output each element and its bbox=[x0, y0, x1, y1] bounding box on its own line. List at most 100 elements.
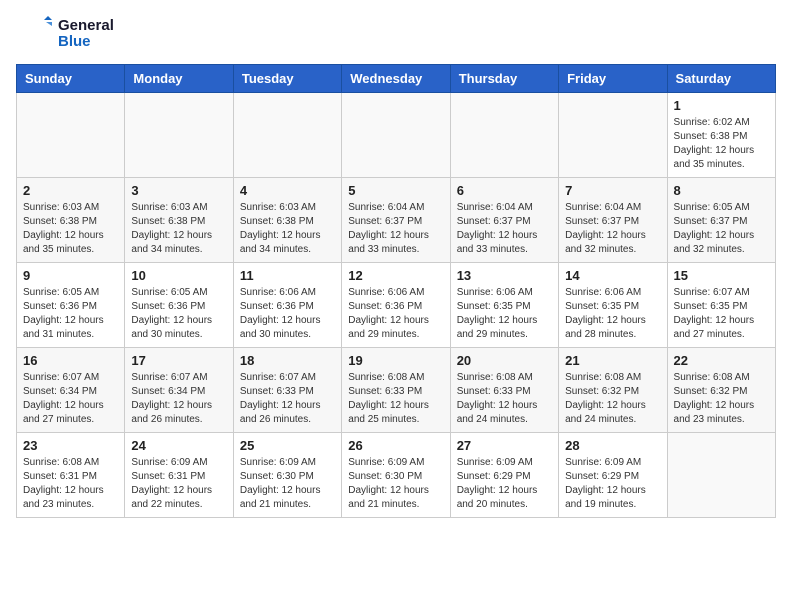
col-header-thursday: Thursday bbox=[450, 65, 558, 93]
calendar-week-3: 16 Sunrise: 6:07 AM Sunset: 6:34 PM Dayli… bbox=[17, 348, 776, 433]
day-number: 8 bbox=[674, 183, 769, 198]
day-info: Sunrise: 6:04 AM Sunset: 6:37 PM Dayligh… bbox=[457, 201, 552, 257]
calendar-cell: 16 Sunrise: 6:07 AM Sunset: 6:34 PM Dayli… bbox=[17, 348, 125, 433]
day-info: Sunrise: 6:08 AM Sunset: 6:33 PM Dayligh… bbox=[457, 371, 552, 427]
calendar-cell: 28 Sunrise: 6:09 AM Sunset: 6:29 PM Dayli… bbox=[559, 433, 667, 518]
day-info: Sunrise: 6:08 AM Sunset: 6:32 PM Dayligh… bbox=[674, 371, 769, 427]
day-number: 1 bbox=[674, 98, 769, 113]
calendar-cell: 1 Sunrise: 6:02 AM Sunset: 6:38 PM Daylig… bbox=[667, 93, 775, 178]
day-info: Sunrise: 6:08 AM Sunset: 6:31 PM Dayligh… bbox=[23, 456, 118, 512]
col-header-sunday: Sunday bbox=[17, 65, 125, 93]
calendar-cell: 19 Sunrise: 6:08 AM Sunset: 6:33 PM Dayli… bbox=[342, 348, 450, 433]
calendar-cell: 6Sunrise: 6:04 AM Sunset: 6:37 PM Daylig… bbox=[450, 178, 558, 263]
day-number: 3 bbox=[131, 183, 226, 198]
day-info: Sunrise: 6:03 AM Sunset: 6:38 PM Dayligh… bbox=[240, 201, 335, 257]
calendar-cell bbox=[450, 93, 558, 178]
day-info: Sunrise: 6:07 AM Sunset: 6:34 PM Dayligh… bbox=[131, 371, 226, 427]
col-header-saturday: Saturday bbox=[667, 65, 775, 93]
calendar-week-1: 2 Sunrise: 6:03 AM Sunset: 6:38 PM Daylig… bbox=[17, 178, 776, 263]
calendar-cell: 3 Sunrise: 6:03 AM Sunset: 6:38 PM Daylig… bbox=[125, 178, 233, 263]
col-header-friday: Friday bbox=[559, 65, 667, 93]
day-number: 16 bbox=[23, 353, 118, 368]
day-number: 13 bbox=[457, 268, 552, 283]
day-number: 17 bbox=[131, 353, 226, 368]
day-info: Sunrise: 6:07 AM Sunset: 6:33 PM Dayligh… bbox=[240, 371, 335, 427]
calendar-cell: 7 Sunrise: 6:04 AM Sunset: 6:37 PM Daylig… bbox=[559, 178, 667, 263]
day-number: 7 bbox=[565, 183, 660, 198]
calendar-cell bbox=[233, 93, 341, 178]
logo-blue: Blue bbox=[58, 34, 114, 51]
calendar-cell bbox=[17, 93, 125, 178]
calendar-cell: 13 Sunrise: 6:06 AM Sunset: 6:35 PM Dayli… bbox=[450, 263, 558, 348]
calendar-cell bbox=[667, 433, 775, 518]
calendar-cell: 27Sunrise: 6:09 AM Sunset: 6:29 PM Dayli… bbox=[450, 433, 558, 518]
day-number: 28 bbox=[565, 438, 660, 453]
calendar-cell: 5 Sunrise: 6:04 AM Sunset: 6:37 PM Daylig… bbox=[342, 178, 450, 263]
day-number: 19 bbox=[348, 353, 443, 368]
calendar-week-0: 1 Sunrise: 6:02 AM Sunset: 6:38 PM Daylig… bbox=[17, 93, 776, 178]
day-info: Sunrise: 6:04 AM Sunset: 6:37 PM Dayligh… bbox=[565, 201, 660, 257]
day-info: Sunrise: 6:05 AM Sunset: 6:36 PM Dayligh… bbox=[131, 286, 226, 342]
calendar-cell: 10Sunrise: 6:05 AM Sunset: 6:36 PM Dayli… bbox=[125, 263, 233, 348]
day-info: Sunrise: 6:06 AM Sunset: 6:36 PM Dayligh… bbox=[348, 286, 443, 342]
logo-svg bbox=[16, 16, 52, 52]
day-number: 5 bbox=[348, 183, 443, 198]
logo-general: General bbox=[58, 18, 114, 35]
day-info: Sunrise: 6:09 AM Sunset: 6:30 PM Dayligh… bbox=[348, 456, 443, 512]
calendar-cell: 14 Sunrise: 6:06 AM Sunset: 6:35 PM Dayli… bbox=[559, 263, 667, 348]
day-info: Sunrise: 6:09 AM Sunset: 6:30 PM Dayligh… bbox=[240, 456, 335, 512]
col-header-tuesday: Tuesday bbox=[233, 65, 341, 93]
calendar-cell: 4 Sunrise: 6:03 AM Sunset: 6:38 PM Daylig… bbox=[233, 178, 341, 263]
day-number: 2 bbox=[23, 183, 118, 198]
calendar-cell: 20 Sunrise: 6:08 AM Sunset: 6:33 PM Dayli… bbox=[450, 348, 558, 433]
calendar-cell: 12Sunrise: 6:06 AM Sunset: 6:36 PM Dayli… bbox=[342, 263, 450, 348]
day-number: 9 bbox=[23, 268, 118, 283]
day-info: Sunrise: 6:03 AM Sunset: 6:38 PM Dayligh… bbox=[23, 201, 118, 257]
day-number: 14 bbox=[565, 268, 660, 283]
calendar-cell bbox=[125, 93, 233, 178]
calendar-cell: 8 Sunrise: 6:05 AM Sunset: 6:37 PM Daylig… bbox=[667, 178, 775, 263]
col-header-monday: Monday bbox=[125, 65, 233, 93]
logo-container: General Blue bbox=[16, 16, 114, 52]
header: General Blue bbox=[16, 16, 776, 52]
day-number: 21 bbox=[565, 353, 660, 368]
day-info: Sunrise: 6:07 AM Sunset: 6:34 PM Dayligh… bbox=[23, 371, 118, 427]
day-info: Sunrise: 6:04 AM Sunset: 6:37 PM Dayligh… bbox=[348, 201, 443, 257]
day-info: Sunrise: 6:09 AM Sunset: 6:29 PM Dayligh… bbox=[565, 456, 660, 512]
logo-text: General Blue bbox=[58, 18, 114, 51]
calendar-week-4: 23 Sunrise: 6:08 AM Sunset: 6:31 PM Dayli… bbox=[17, 433, 776, 518]
day-info: Sunrise: 6:06 AM Sunset: 6:36 PM Dayligh… bbox=[240, 286, 335, 342]
day-info: Sunrise: 6:02 AM Sunset: 6:38 PM Dayligh… bbox=[674, 116, 769, 172]
calendar-cell: 26 Sunrise: 6:09 AM Sunset: 6:30 PM Dayli… bbox=[342, 433, 450, 518]
day-number: 27 bbox=[457, 438, 552, 453]
day-info: Sunrise: 6:06 AM Sunset: 6:35 PM Dayligh… bbox=[565, 286, 660, 342]
day-info: Sunrise: 6:03 AM Sunset: 6:38 PM Dayligh… bbox=[131, 201, 226, 257]
calendar-cell: 9 Sunrise: 6:05 AM Sunset: 6:36 PM Daylig… bbox=[17, 263, 125, 348]
col-header-wednesday: Wednesday bbox=[342, 65, 450, 93]
day-info: Sunrise: 6:08 AM Sunset: 6:32 PM Dayligh… bbox=[565, 371, 660, 427]
calendar-header-row: SundayMondayTuesdayWednesdayThursdayFrid… bbox=[17, 65, 776, 93]
calendar-cell: 25 Sunrise: 6:09 AM Sunset: 6:30 PM Dayli… bbox=[233, 433, 341, 518]
calendar-table: SundayMondayTuesdayWednesdayThursdayFrid… bbox=[16, 64, 776, 518]
calendar-cell bbox=[342, 93, 450, 178]
day-number: 4 bbox=[240, 183, 335, 198]
day-number: 24 bbox=[131, 438, 226, 453]
day-number: 20 bbox=[457, 353, 552, 368]
calendar-cell: 11 Sunrise: 6:06 AM Sunset: 6:36 PM Dayli… bbox=[233, 263, 341, 348]
calendar-cell: 2 Sunrise: 6:03 AM Sunset: 6:38 PM Daylig… bbox=[17, 178, 125, 263]
day-info: Sunrise: 6:05 AM Sunset: 6:37 PM Dayligh… bbox=[674, 201, 769, 257]
day-number: 23 bbox=[23, 438, 118, 453]
calendar-week-2: 9 Sunrise: 6:05 AM Sunset: 6:36 PM Daylig… bbox=[17, 263, 776, 348]
calendar-cell bbox=[559, 93, 667, 178]
logo: General Blue bbox=[16, 16, 114, 52]
calendar-cell: 23 Sunrise: 6:08 AM Sunset: 6:31 PM Dayli… bbox=[17, 433, 125, 518]
day-number: 26 bbox=[348, 438, 443, 453]
day-number: 18 bbox=[240, 353, 335, 368]
day-number: 11 bbox=[240, 268, 335, 283]
day-info: Sunrise: 6:08 AM Sunset: 6:33 PM Dayligh… bbox=[348, 371, 443, 427]
calendar-cell: 22Sunrise: 6:08 AM Sunset: 6:32 PM Dayli… bbox=[667, 348, 775, 433]
day-number: 25 bbox=[240, 438, 335, 453]
day-info: Sunrise: 6:05 AM Sunset: 6:36 PM Dayligh… bbox=[23, 286, 118, 342]
day-info: Sunrise: 6:06 AM Sunset: 6:35 PM Dayligh… bbox=[457, 286, 552, 342]
calendar-cell: 15Sunrise: 6:07 AM Sunset: 6:35 PM Dayli… bbox=[667, 263, 775, 348]
